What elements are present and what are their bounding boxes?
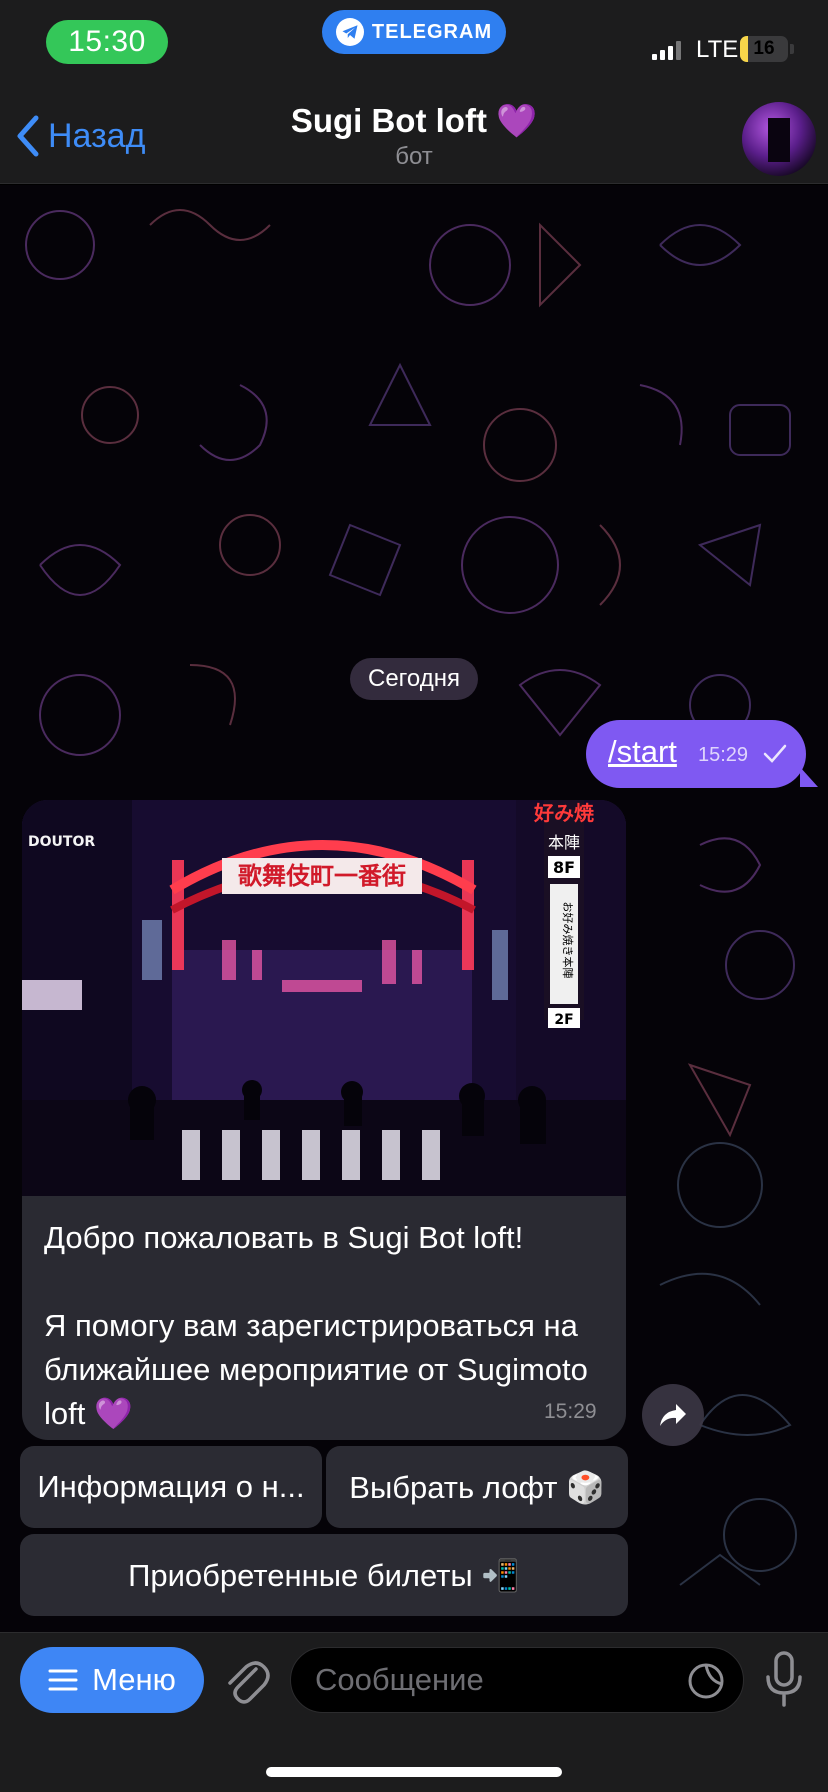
status-bar: 15:30 TELEGRAM LTE 16: [0, 0, 828, 92]
bot-menu-button[interactable]: Меню: [20, 1647, 204, 1713]
night-street-illustration: 歌舞伎町一番街 好み焼 本陣 8F お好み焼き本陣 2F DOUTOR: [22, 800, 626, 1196]
message-field[interactable]: [290, 1647, 744, 1713]
chat-subtitle: бот: [395, 143, 433, 170]
battery-icon: 16: [740, 36, 788, 62]
incoming-message[interactable]: 歌舞伎町一番街 好み焼 本陣 8F お好み焼き本陣 2F DOUTOR Добр…: [22, 800, 626, 1440]
keyboard-button-choose-loft[interactable]: Выбрать лофт 🎲: [326, 1446, 628, 1528]
check-icon: [763, 744, 787, 763]
paperclip-icon[interactable]: [222, 1655, 270, 1707]
incoming-message-time: 15:29: [544, 1400, 597, 1423]
menu-button-label: Меню: [92, 1662, 176, 1697]
date-chip: Сегодня: [350, 658, 478, 700]
keyboard-button-purchased-tickets[interactable]: Приобретенные билеты 📲: [20, 1534, 628, 1616]
network-type: LTE: [696, 36, 739, 63]
battery-level: 16: [753, 38, 775, 59]
outgoing-message-text[interactable]: /start: [608, 734, 677, 770]
keyboard-button-info[interactable]: Информация о н...: [20, 1446, 322, 1528]
outgoing-message-time: 15:29: [698, 744, 749, 766]
home-indicator: [266, 1767, 562, 1777]
back-chevron-icon: [17, 115, 39, 157]
okonomiyaki-sign: お好み焼き本陣: [561, 902, 575, 979]
menu-lines-icon: [48, 1669, 78, 1691]
gate-sign-text: 歌舞伎町一番街: [238, 862, 406, 890]
bot-avatar[interactable]: [742, 102, 816, 176]
back-button[interactable]: Назад: [14, 114, 145, 158]
message-input-bar: Меню: [0, 1632, 828, 1792]
vertical-sign-2: 本陣: [548, 833, 580, 852]
message-photo[interactable]: 歌舞伎町一番街 好み焼 本陣 8F お好み焼き本陣 2F DOUTOR: [22, 800, 626, 1196]
message-input[interactable]: [315, 1648, 675, 1712]
chat-title-block[interactable]: Sugi Bot loft 💜 бот: [200, 102, 628, 171]
chat-area[interactable]: Сегодня /start 15:29 歌舞伎町一番街 好み焼 本陣 8F お…: [0, 185, 828, 1632]
mic-icon[interactable]: [764, 1651, 804, 1707]
outgoing-message[interactable]: /start 15:29: [586, 720, 806, 788]
floor-sign-2f: 2F: [554, 1012, 573, 1028]
share-button[interactable]: [642, 1384, 704, 1446]
floor-sign-8f: 8F: [553, 858, 575, 877]
telegram-pill[interactable]: TELEGRAM: [322, 10, 506, 54]
vertical-sign-1: 好み焼: [533, 801, 594, 825]
chat-title: Sugi Bot loft 💜: [290, 102, 538, 139]
chat-header: Назад Sugi Bot loft 💜 бот: [0, 92, 828, 184]
signal-icon: [652, 40, 681, 60]
status-time: 15:30: [46, 20, 168, 64]
incoming-message-text[interactable]: Добро пожаловать в Sugi Bot loft! Я помо…: [44, 1216, 614, 1436]
back-label: Назад: [48, 116, 146, 155]
doutor-sign: DOUTOR: [28, 834, 95, 850]
telegram-pill-label: TELEGRAM: [371, 20, 493, 43]
sticker-icon[interactable]: [687, 1662, 725, 1700]
telegram-plane-icon: [335, 18, 364, 46]
share-icon: [660, 1404, 686, 1426]
